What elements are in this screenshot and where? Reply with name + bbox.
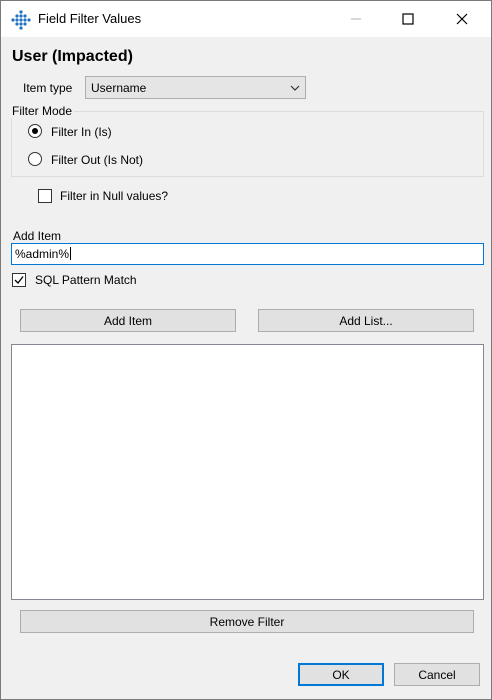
- sql-pattern-checkbox[interactable]: [12, 273, 26, 287]
- window-title: Field Filter Values: [38, 11, 142, 26]
- close-icon: [456, 13, 468, 25]
- chevron-down-icon: [290, 85, 300, 91]
- close-button[interactable]: [439, 1, 485, 37]
- add-item-input[interactable]: %admin%: [11, 243, 484, 265]
- item-type-label: Item type: [23, 81, 73, 95]
- filter-null-checkbox[interactable]: [38, 189, 52, 203]
- remove-filter-button[interactable]: Remove Filter: [20, 610, 474, 633]
- maximize-button[interactable]: [385, 1, 431, 37]
- add-item-button[interactable]: Add Item: [20, 309, 236, 332]
- add-item-value: %admin%: [15, 247, 70, 261]
- filter-in-radio[interactable]: [28, 124, 42, 138]
- filter-mode-legend: Filter Mode: [10, 104, 75, 118]
- minimize-button[interactable]: [333, 1, 379, 37]
- title-bar[interactable]: Field Filter Values: [1, 1, 491, 37]
- filter-mode-group: [11, 111, 484, 177]
- ok-button[interactable]: OK: [298, 663, 384, 686]
- dialog-window: Field Filter Values User (Impacted) Item…: [0, 0, 492, 700]
- item-type-value: Username: [91, 81, 147, 95]
- filter-items-list[interactable]: [11, 344, 484, 600]
- filter-in-label[interactable]: Filter In (Is): [51, 125, 112, 139]
- filter-null-label[interactable]: Filter in Null values?: [60, 189, 168, 203]
- grid-dots-icon: [11, 10, 31, 30]
- field-heading: User (Impacted): [12, 48, 133, 65]
- filter-out-radio[interactable]: [28, 152, 42, 166]
- minimize-icon: [351, 18, 361, 20]
- item-type-select[interactable]: Username: [85, 76, 306, 99]
- cancel-button[interactable]: Cancel: [394, 663, 480, 686]
- sql-pattern-label[interactable]: SQL Pattern Match: [35, 273, 137, 287]
- add-item-label: Add Item: [13, 229, 62, 243]
- text-caret: [70, 247, 72, 260]
- add-list-button[interactable]: Add List...: [258, 309, 474, 332]
- maximize-icon: [402, 13, 414, 25]
- filter-out-label[interactable]: Filter Out (Is Not): [51, 153, 143, 167]
- checkmark-icon: [14, 276, 24, 284]
